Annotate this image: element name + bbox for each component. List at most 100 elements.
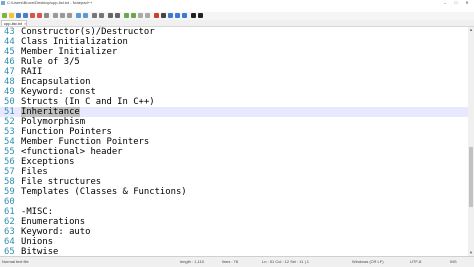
- line-text[interactable]: Exceptions: [21, 157, 74, 167]
- editor-line[interactable]: 64 Unions: [0, 237, 468, 247]
- line-text[interactable]: Keyword: auto: [21, 227, 90, 237]
- editor-line[interactable]: 44 Class Initialization: [0, 37, 468, 47]
- editor-line[interactable]: 61 -MISC:: [0, 207, 468, 217]
- find-icon[interactable]: [92, 13, 97, 18]
- editor-line[interactable]: 65 Bitwise: [0, 247, 468, 256]
- print-icon[interactable]: [44, 13, 49, 18]
- line-number: 53: [4, 127, 15, 137]
- line-text[interactable]: Class Initialization: [21, 37, 128, 47]
- zoom-in-icon[interactable]: [108, 13, 113, 18]
- tab-cpp-list[interactable]: cpp-list.txt ×: [1, 20, 27, 26]
- editor-line[interactable]: 52 Polymorphism: [0, 117, 468, 127]
- line-text[interactable]: File structures: [21, 177, 101, 187]
- line-number: 60: [4, 197, 15, 207]
- editor-line[interactable]: 46 Rule of 3/5: [0, 57, 468, 67]
- redo-icon[interactable]: [83, 13, 88, 18]
- editor-line[interactable]: 59 Templates (Classes & Functions): [0, 187, 468, 197]
- line-text[interactable]: <functional> header: [21, 147, 123, 157]
- undo-icon[interactable]: [76, 13, 81, 18]
- line-number: 49: [4, 87, 15, 97]
- line-text[interactable]: Keyword: const: [21, 87, 96, 97]
- show-all-chars-icon[interactable]: [138, 13, 143, 18]
- editor-line[interactable]: 62 Enumerations: [0, 217, 468, 227]
- editor-line[interactable]: 45 Member Initializer: [0, 47, 468, 57]
- editor-line[interactable]: 57 Files: [0, 167, 468, 177]
- line-text[interactable]: Member Initializer: [21, 47, 117, 57]
- line-text[interactable]: -MISC:: [21, 207, 53, 217]
- editor-line[interactable]: 43 Constructor(s)/Destructor: [0, 27, 468, 37]
- copy-icon[interactable]: [60, 13, 65, 18]
- editor-line[interactable]: 47 RAII: [0, 67, 468, 77]
- save-all-icon[interactable]: [23, 13, 28, 18]
- editor-line[interactable]: 58 File structures: [0, 177, 468, 187]
- run-macro-multiple-icon[interactable]: [175, 13, 180, 18]
- line-number: 65: [4, 247, 15, 256]
- tab-label: cpp-list.txt: [4, 21, 23, 26]
- zoom-out-icon[interactable]: [115, 13, 120, 18]
- line-number: 56: [4, 157, 15, 167]
- spell-check-icon[interactable]: [191, 13, 196, 18]
- line-text[interactable]: Constructor(s)/Destructor: [21, 27, 155, 37]
- record-macro-icon[interactable]: [154, 13, 159, 18]
- line-number: 43: [4, 27, 15, 37]
- editor-line[interactable]: 60: [0, 197, 468, 207]
- cut-icon[interactable]: [53, 13, 58, 18]
- editor-line[interactable]: 48 Encapsulation: [0, 77, 468, 87]
- close-all-icon[interactable]: [37, 13, 42, 18]
- editor-line[interactable]: 55 <functional> header: [0, 147, 468, 157]
- line-number: 51: [4, 107, 15, 117]
- editor-line[interactable]: 51 Inheritance: [0, 107, 468, 117]
- app-icon: [1, 1, 5, 5]
- open-file-icon[interactable]: [9, 13, 14, 18]
- line-text[interactable]: Enumerations: [21, 217, 85, 227]
- line-number: 54: [4, 137, 15, 147]
- line-text[interactable]: Unions: [21, 237, 53, 247]
- editor-line[interactable]: 63 Keyword: auto: [0, 227, 468, 237]
- sync-scroll-icon[interactable]: [124, 13, 129, 18]
- editor-line[interactable]: 56 Exceptions: [0, 157, 468, 167]
- line-number: 48: [4, 77, 15, 87]
- word-wrap-icon[interactable]: [131, 13, 136, 18]
- editor[interactable]: 43 Constructor(s)/Destructor 44 Class Initi…: [0, 27, 468, 256]
- new-file-icon[interactable]: [2, 13, 7, 18]
- vertical-scrollbar[interactable]: ▲ ▼: [468, 27, 474, 256]
- line-text[interactable]: Member Function Pointers: [21, 137, 149, 147]
- line-number: 52: [4, 117, 15, 127]
- line-number: 63: [4, 227, 15, 237]
- line-text[interactable]: Function Pointers: [21, 127, 112, 137]
- indent-guide-icon[interactable]: [145, 13, 150, 18]
- stop-macro-icon[interactable]: [161, 13, 166, 18]
- line-number: 50: [4, 97, 15, 107]
- line-text[interactable]: Files: [21, 167, 48, 177]
- selected-text[interactable]: Inheritance: [21, 107, 80, 117]
- line-text[interactable]: Bitwise: [21, 247, 58, 256]
- line-number: 64: [4, 237, 15, 247]
- line-text[interactable]: Rule of 3/5: [21, 57, 80, 67]
- editor-line[interactable]: 50 Structs (In C and In C++): [0, 97, 468, 107]
- line-text[interactable]: Polymorphism: [21, 117, 85, 127]
- line-number: 57: [4, 167, 15, 177]
- line-text[interactable]: Structs (In C and In C++): [21, 97, 155, 107]
- line-text[interactable]: Templates (Classes & Functions): [21, 187, 187, 197]
- scroll-up-icon[interactable]: ▲: [468, 27, 474, 33]
- status-bar: Normal text file length : 1,110 lines : …: [0, 256, 474, 267]
- save-icon[interactable]: [16, 13, 21, 18]
- line-number: 45: [4, 47, 15, 57]
- line-number: 62: [4, 217, 15, 227]
- paste-icon[interactable]: [67, 13, 72, 18]
- editor-line[interactable]: 54 Member Function Pointers: [0, 137, 468, 147]
- line-number: 58: [4, 177, 15, 187]
- plugin-icon[interactable]: [198, 13, 203, 18]
- close-file-icon[interactable]: [30, 13, 35, 18]
- line-number: 44: [4, 37, 15, 47]
- scrollbar-thumb[interactable]: [469, 147, 473, 207]
- save-macro-icon[interactable]: [182, 13, 187, 18]
- editor-line[interactable]: 49 Keyword: const: [0, 87, 468, 97]
- line-text[interactable]: RAII: [21, 67, 42, 77]
- replace-icon[interactable]: [99, 13, 104, 18]
- line-number: 55: [4, 147, 15, 157]
- line-text[interactable]: Encapsulation: [21, 77, 90, 87]
- play-macro-icon[interactable]: [168, 13, 173, 18]
- editor-line[interactable]: 53 Function Pointers: [0, 127, 468, 137]
- line-number: 61: [4, 207, 15, 217]
